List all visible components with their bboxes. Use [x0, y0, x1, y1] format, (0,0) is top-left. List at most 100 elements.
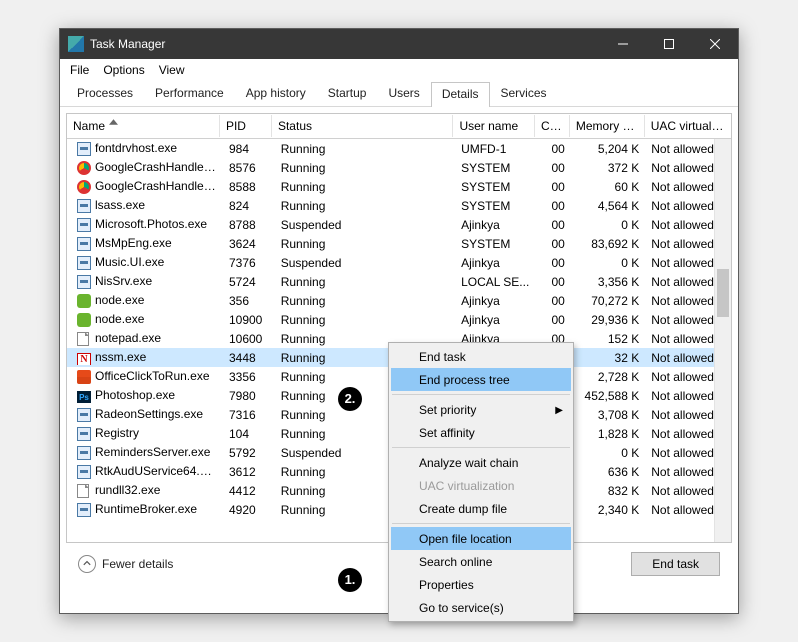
cell-memory: 5,204 K [571, 142, 645, 156]
n-icon: N [77, 351, 91, 365]
tab-app-history[interactable]: App history [235, 81, 317, 106]
cell-user: LOCAL SE... [455, 275, 536, 289]
menu-item-create-dump-file[interactable]: Create dump file [391, 497, 571, 520]
menu-item-end-process-tree[interactable]: End process tree [391, 368, 571, 391]
col-name[interactable]: Name [67, 115, 220, 137]
cell-status: Running [275, 294, 455, 308]
sq-icon [77, 199, 91, 213]
cell-pid: 5792 [223, 446, 275, 460]
cell-name: fontdrvhost.exe [71, 141, 223, 156]
green-icon [77, 313, 91, 327]
col-user[interactable]: User name [453, 115, 535, 137]
maximize-button[interactable] [646, 29, 692, 59]
tab-details[interactable]: Details [431, 82, 490, 107]
vertical-scrollbar[interactable] [714, 139, 731, 542]
process-row[interactable]: lsass.exe824RunningSYSTEM004,564 KNot al… [67, 196, 731, 215]
menu-separator [392, 523, 570, 524]
cell-name: PsPhotoshop.exe [71, 388, 223, 403]
tab-strip: ProcessesPerformanceApp historyStartupUs… [60, 81, 738, 107]
green-icon [77, 294, 91, 308]
cell-user: Ajinkya [455, 294, 536, 308]
cell-cpu: 00 [536, 294, 571, 308]
o-icon [77, 370, 91, 384]
cell-memory: 83,692 K [571, 237, 645, 251]
menu-item-properties[interactable]: Properties [391, 573, 571, 596]
menu-item-go-to-service-s[interactable]: Go to service(s) [391, 596, 571, 619]
tab-processes[interactable]: Processes [66, 81, 144, 106]
sq-icon [77, 256, 91, 270]
ps-icon: Ps [77, 389, 91, 403]
menu-item-set-priority[interactable]: Set priority▶ [391, 398, 571, 421]
tab-performance[interactable]: Performance [144, 81, 235, 106]
cell-status: Running [275, 161, 455, 175]
cell-memory: 29,936 K [571, 313, 645, 327]
scrollbar-thumb[interactable] [717, 269, 729, 317]
process-row[interactable]: node.exe356RunningAjinkya0070,272 KNot a… [67, 291, 731, 310]
process-row[interactable]: Microsoft.Photos.exe8788SuspendedAjinkya… [67, 215, 731, 234]
cell-pid: 824 [223, 199, 275, 213]
process-row[interactable]: node.exe10900RunningAjinkya0029,936 KNot… [67, 310, 731, 329]
cell-pid: 984 [223, 142, 275, 156]
end-task-button[interactable]: End task [631, 552, 720, 576]
menu-item-set-affinity[interactable]: Set affinity [391, 421, 571, 444]
menu-item-uac-virtualization: UAC virtualization [391, 474, 571, 497]
menu-options[interactable]: Options [103, 63, 144, 77]
menu-separator [392, 447, 570, 448]
col-memory[interactable]: Memory (a... [570, 115, 645, 137]
fewer-details-toggle[interactable]: Fewer details [78, 555, 173, 573]
cell-name: rundll32.exe [71, 483, 223, 498]
cell-memory: 70,272 K [571, 294, 645, 308]
menu-item-end-task[interactable]: End task [391, 345, 571, 368]
sq-icon [77, 237, 91, 251]
menu-item-open-file-location[interactable]: Open file location [391, 527, 571, 550]
col-cpu[interactable]: CPU [535, 115, 570, 137]
cell-cpu: 00 [536, 218, 571, 232]
title-bar[interactable]: Task Manager [60, 29, 738, 59]
process-row[interactable]: NisSrv.exe5724RunningLOCAL SE...003,356 … [67, 272, 731, 291]
process-row[interactable]: GoogleCrashHandler...8576RunningSYSTEM00… [67, 158, 731, 177]
cell-cpu: 00 [536, 199, 571, 213]
cell-name: notepad.exe [71, 331, 223, 346]
cell-name: Registry [71, 426, 223, 441]
cell-memory: 3,356 K [571, 275, 645, 289]
cell-user: Ajinkya [455, 313, 536, 327]
minimize-button[interactable] [600, 29, 646, 59]
cell-pid: 3624 [223, 237, 275, 251]
menu-file[interactable]: File [70, 63, 89, 77]
window-title: Task Manager [90, 37, 165, 51]
cell-name: Microsoft.Photos.exe [71, 217, 223, 232]
cell-pid: 8576 [223, 161, 275, 175]
cell-user: Ajinkya [455, 218, 536, 232]
cell-memory: 636 K [571, 465, 645, 479]
cell-user: SYSTEM [455, 237, 536, 251]
cell-status: Running [275, 313, 455, 327]
menu-item-search-online[interactable]: Search online [391, 550, 571, 573]
menu-bar: File Options View [60, 59, 738, 81]
process-row[interactable]: GoogleCrashHandler...8588RunningSYSTEM00… [67, 177, 731, 196]
process-row[interactable]: Music.UI.exe7376SuspendedAjinkya000 KNot… [67, 253, 731, 272]
cell-memory: 372 K [571, 161, 645, 175]
menu-item-analyze-wait-chain[interactable]: Analyze wait chain [391, 451, 571, 474]
cell-pid: 104 [223, 427, 275, 441]
cell-name: Music.UI.exe [71, 255, 223, 270]
column-headers[interactable]: Name PID Status User name CPU Memory (a.… [67, 114, 731, 139]
cell-cpu: 00 [536, 180, 571, 194]
close-button[interactable] [692, 29, 738, 59]
cell-memory: 0 K [571, 256, 645, 270]
tab-services[interactable]: Services [490, 81, 558, 106]
process-row[interactable]: MsMpEng.exe3624RunningSYSTEM0083,692 KNo… [67, 234, 731, 253]
cell-pid: 3612 [223, 465, 275, 479]
sq-icon [77, 465, 91, 479]
tab-users[interactable]: Users [377, 81, 430, 106]
cell-status: Running [275, 275, 455, 289]
cell-cpu: 00 [536, 237, 571, 251]
cell-name: lsass.exe [71, 198, 223, 213]
sq-icon [77, 275, 91, 289]
col-uac[interactable]: UAC virtualizat... [645, 115, 731, 137]
menu-view[interactable]: View [159, 63, 185, 77]
cell-cpu: 00 [536, 161, 571, 175]
tab-startup[interactable]: Startup [317, 81, 378, 106]
col-pid[interactable]: PID [220, 115, 272, 137]
process-row[interactable]: fontdrvhost.exe984RunningUMFD-1005,204 K… [67, 139, 731, 158]
col-status[interactable]: Status [272, 115, 453, 137]
